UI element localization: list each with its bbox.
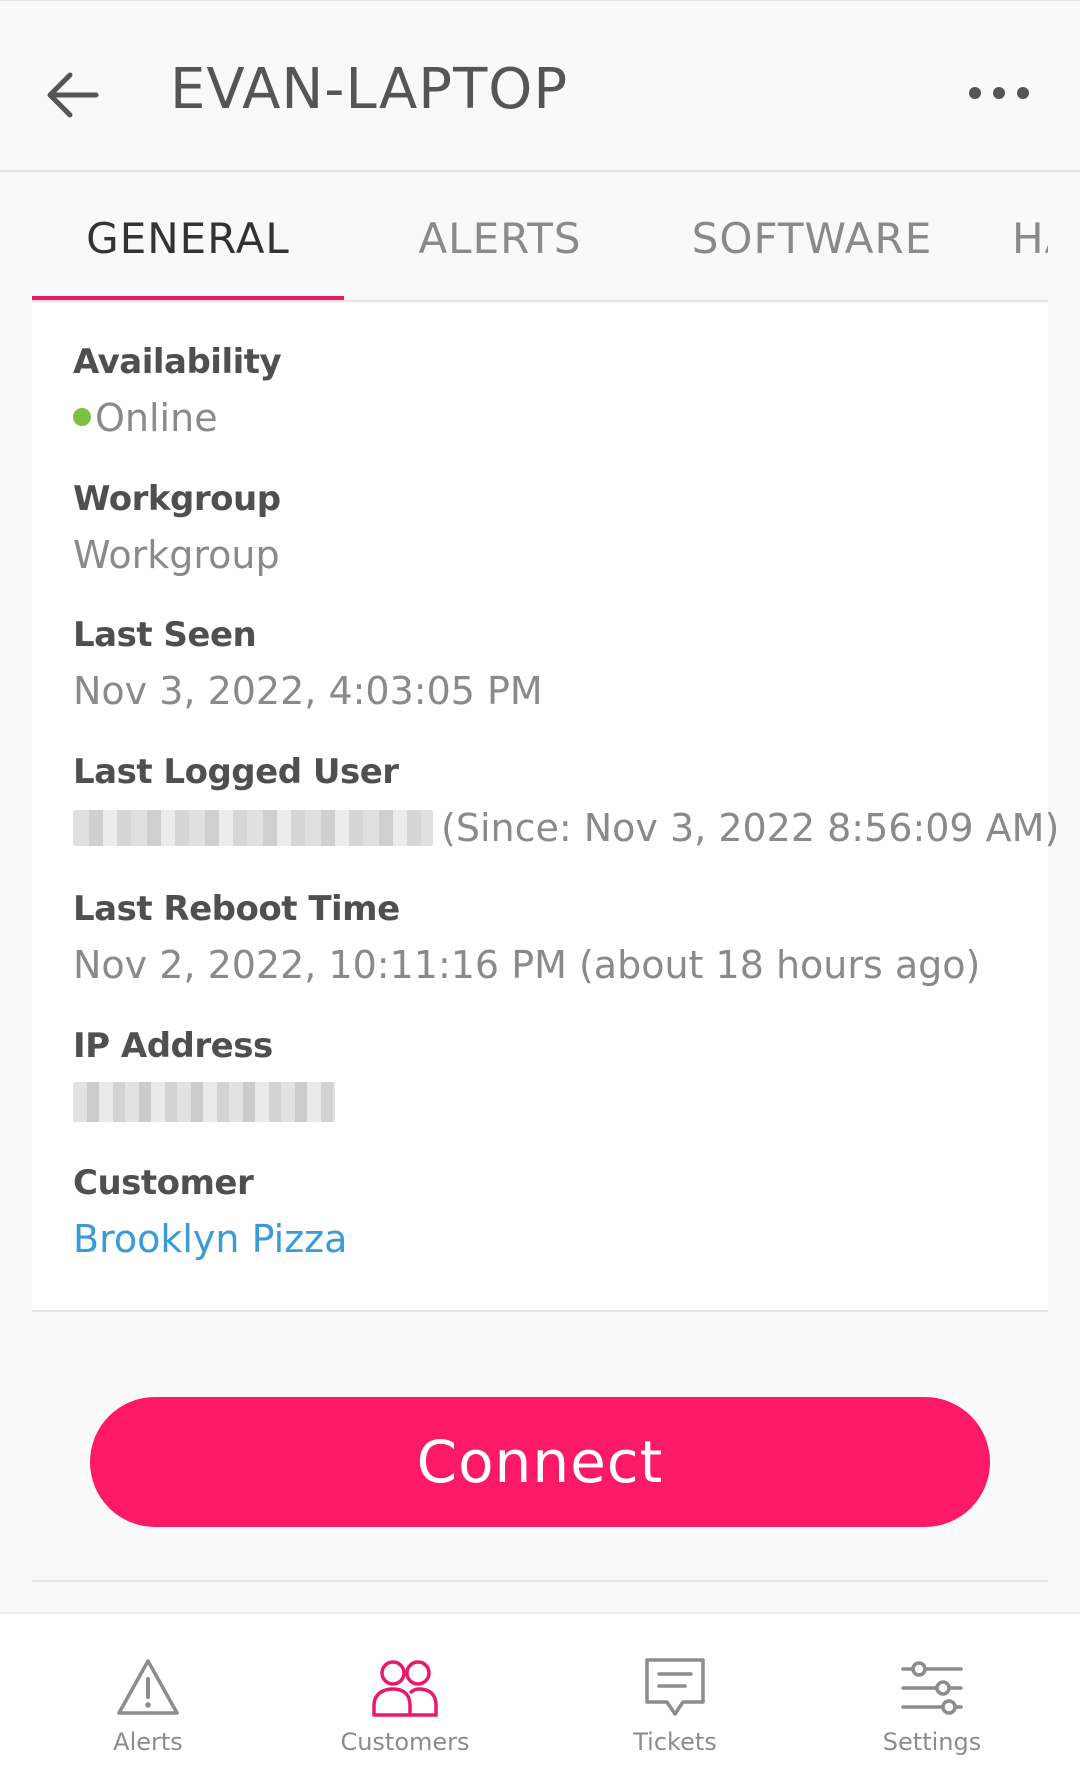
tab-general[interactable]: GENERAL	[32, 174, 344, 300]
workgroup-label: Workgroup	[73, 479, 281, 519]
nav-settings-label: Settings	[882, 1728, 982, 1756]
alert-triangle-icon	[113, 1656, 183, 1720]
tab-bar: GENERAL ALERTS SOFTWARE HA	[32, 174, 1048, 302]
ip-address-field: IP Address	[73, 1026, 335, 1122]
back-button[interactable]	[36, 59, 108, 131]
last-logged-user-label: Last Logged User	[73, 752, 399, 792]
redacted-ip-address	[73, 1082, 335, 1122]
nav-tickets-label: Tickets	[633, 1728, 717, 1756]
tab-hardware[interactable]: HA	[1012, 174, 1048, 300]
last-seen-value: Nov 3, 2022, 4:03:05 PM	[73, 669, 543, 713]
message-square-icon	[640, 1656, 710, 1720]
more-options-button[interactable]	[954, 61, 1044, 125]
last-logged-user-since: (Since: Nov 3, 2022 8:56:09 AM)	[441, 806, 1060, 850]
more-horizontal-icon	[969, 87, 1029, 99]
tab-software[interactable]: SOFTWARE	[656, 174, 968, 300]
customer-field: Customer Brooklyn Pizza	[73, 1163, 347, 1261]
last-seen-field: Last Seen Nov 3, 2022, 4:03:05 PM	[73, 615, 543, 713]
app-header: EVAN-LAPTOP	[0, 0, 1080, 172]
nav-alerts[interactable]: Alerts	[13, 1614, 283, 1778]
arrow-left-icon	[47, 72, 99, 118]
section-divider	[32, 1580, 1048, 1582]
tab-alerts[interactable]: ALERTS	[344, 174, 656, 300]
nav-customers[interactable]: Customers	[270, 1614, 540, 1778]
device-detail-screen: EVAN-LAPTOP GENERAL ALERTS SOFTWARE HA A…	[0, 0, 1080, 1778]
workgroup-field: Workgroup Workgroup	[73, 479, 281, 577]
bottom-navigation: Alerts Customers Tickets Settings	[0, 1612, 1080, 1778]
connect-button[interactable]: Connect	[90, 1397, 990, 1527]
online-status-dot	[73, 407, 91, 426]
last-logged-user-field: Last Logged User (Since: Nov 3, 2022 8:5…	[73, 752, 1059, 850]
availability-label: Availability	[73, 342, 282, 382]
redacted-username	[73, 809, 433, 846]
active-tab-indicator	[32, 296, 344, 300]
last-logged-user-value: (Since: Nov 3, 2022 8:56:09 AM)	[73, 806, 1059, 850]
last-seen-label: Last Seen	[73, 615, 257, 655]
availability-value: Online	[73, 396, 281, 440]
nav-alerts-label: Alerts	[113, 1728, 183, 1756]
last-reboot-field: Last Reboot Time Nov 2, 2022, 10:11:16 P…	[73, 889, 980, 987]
ip-address-label: IP Address	[73, 1026, 273, 1066]
device-details-card: Availability Online Workgroup Workgroup …	[32, 304, 1059, 1312]
nav-customers-label: Customers	[340, 1728, 470, 1756]
availability-status-text: Online	[95, 396, 218, 440]
customer-label: Customer	[73, 1163, 254, 1203]
last-reboot-label: Last Reboot Time	[73, 889, 400, 929]
sliders-icon	[897, 1656, 967, 1720]
last-reboot-value: Nov 2, 2022, 10:11:16 PM (about 18 hours…	[73, 943, 981, 987]
nav-settings[interactable]: Settings	[797, 1614, 1067, 1778]
users-icon	[370, 1656, 440, 1720]
availability-field: Availability Online	[73, 342, 282, 440]
customer-link[interactable]: Brooklyn Pizza	[73, 1217, 347, 1261]
workgroup-value: Workgroup	[73, 533, 280, 577]
nav-tickets[interactable]: Tickets	[540, 1614, 810, 1778]
page-title: EVAN-LAPTOP	[170, 57, 569, 122]
